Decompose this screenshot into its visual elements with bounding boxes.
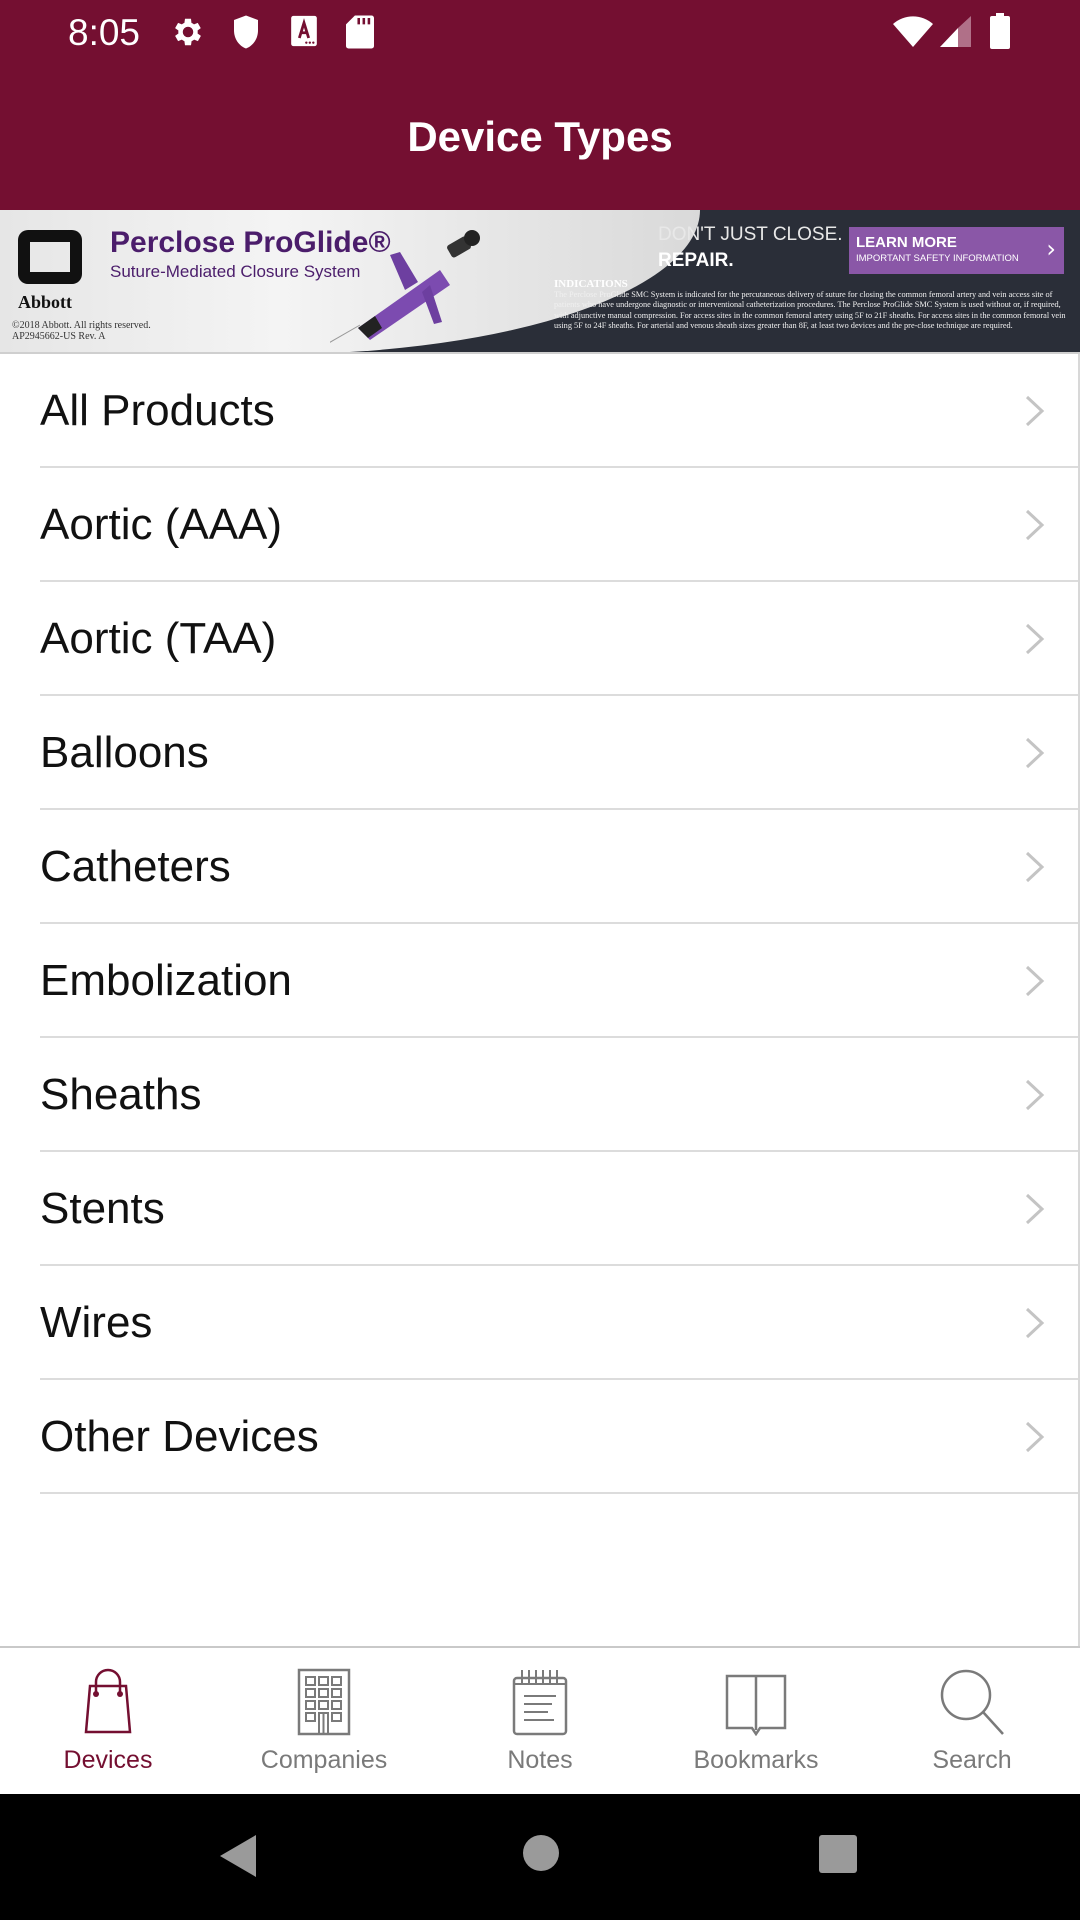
tab-devices[interactable]: Devices — [0, 1648, 216, 1794]
tab-label: Companies — [260, 1746, 388, 1774]
ad-tagline-1: DON'T JUST CLOSE. — [658, 224, 843, 245]
list-item-label: Balloons — [40, 728, 209, 777]
abbott-logo-icon — [18, 230, 82, 284]
list-item-label: Aortic (AAA) — [40, 500, 283, 549]
battery-icon — [990, 13, 1010, 54]
chevron-right-icon — [1025, 509, 1045, 541]
list-item-aortic-taa[interactable]: Aortic (TAA) — [0, 582, 1078, 696]
tab-label: Notes — [507, 1746, 573, 1774]
sd-card-icon — [346, 14, 374, 55]
learn-more-button[interactable]: LEARN MORE IMPORTANT SAFETY INFORMATION … — [849, 227, 1064, 274]
app-bar: Device Types — [0, 63, 1080, 210]
font-a-icon — [290, 14, 318, 53]
list-item-aortic-aaa[interactable]: Aortic (AAA) — [0, 468, 1078, 582]
home-circle-icon — [523, 1835, 559, 1871]
chevron-right-icon — [1025, 1193, 1045, 1225]
list-item-catheters[interactable]: Catheters — [0, 810, 1078, 924]
page-title: Device Types — [407, 113, 673, 160]
list-item-label: Catheters — [40, 842, 231, 891]
cell-signal-icon — [940, 16, 972, 53]
wifi-icon — [892, 16, 934, 53]
recents-button[interactable] — [818, 1834, 858, 1879]
chevron-right-icon — [1025, 851, 1045, 883]
tab-bookmarks[interactable]: Bookmarks — [648, 1648, 864, 1794]
chevron-right-icon — [1025, 737, 1045, 769]
list-item-label: Embolization — [40, 956, 292, 1005]
ad-copyright: ©2018 Abbott. All rights reserved. AP294… — [12, 320, 151, 342]
safety-info-label: IMPORTANT SAFETY INFORMATION — [856, 253, 1019, 264]
back-triangle-icon — [220, 1835, 256, 1877]
list-item-sheaths[interactable]: Sheaths — [0, 1038, 1078, 1152]
chevron-right-icon — [1025, 395, 1045, 427]
system-nav-bar — [0, 1794, 1080, 1920]
tab-companies[interactable]: Companies — [216, 1648, 432, 1794]
chevron-right-icon — [1025, 623, 1045, 655]
book-icon — [725, 1674, 787, 1736]
learn-more-label: LEARN MORE — [856, 234, 957, 251]
device-type-list: All Products Aortic (AAA) Aortic (TAA) B… — [0, 354, 1080, 1646]
tab-label: Bookmarks — [693, 1746, 819, 1774]
list-item-label: Other Devices — [40, 1412, 319, 1461]
ad-indications-title: INDICATIONS — [554, 278, 628, 290]
status-time: 8:05 — [68, 12, 141, 53]
building-icon — [297, 1668, 351, 1736]
list-item-all-products[interactable]: All Products — [0, 354, 1078, 468]
recents-square-icon — [819, 1835, 857, 1873]
shield-icon — [230, 14, 262, 55]
list-item-label: Sheaths — [40, 1070, 202, 1119]
ad-banner[interactable]: Abbott ©2018 Abbott. All rights reserved… — [0, 210, 1080, 354]
ad-tagline-2: REPAIR. — [658, 250, 734, 271]
ad-copyright-line1: ©2018 Abbott. All rights reserved. — [12, 320, 151, 331]
ad-subtitle: Suture-Mediated Closure System — [110, 262, 361, 281]
back-button[interactable] — [218, 1834, 258, 1883]
list-item-stents[interactable]: Stents — [0, 1152, 1078, 1266]
chevron-right-icon — [1025, 965, 1045, 997]
list-item-other-devices[interactable]: Other Devices — [0, 1380, 1078, 1494]
shopping-bag-icon — [84, 1668, 132, 1734]
list-item-label: All Products — [40, 386, 275, 435]
list-item-label: Aortic (TAA) — [40, 614, 277, 663]
chevron-right-icon — [1025, 1307, 1045, 1339]
search-icon — [940, 1669, 1004, 1735]
gear-icon — [170, 14, 206, 55]
notepad-icon — [512, 1670, 568, 1736]
list-item-label: Wires — [40, 1298, 153, 1347]
tab-label: Devices — [63, 1746, 153, 1774]
ad-company: Abbott — [18, 292, 73, 312]
chevron-right-icon — [1025, 1421, 1045, 1453]
status-bar: 8:05 — [0, 0, 1080, 63]
list-item-embolization[interactable]: Embolization — [0, 924, 1078, 1038]
list-item-wires[interactable]: Wires — [0, 1266, 1078, 1380]
list-item-balloons[interactable]: Balloons — [0, 696, 1078, 810]
home-button[interactable] — [522, 1834, 560, 1877]
tab-label: Search — [932, 1746, 1012, 1774]
chevron-right-icon: › — [1046, 235, 1056, 263]
tab-notes[interactable]: Notes — [432, 1648, 648, 1794]
ad-copyright-line2: AP2945662-US Rev. A — [12, 331, 106, 342]
device-image-icon — [330, 230, 480, 343]
chevron-right-icon — [1025, 1079, 1045, 1111]
bottom-nav: Devices Companies Notes Bookmarks Search — [0, 1646, 1080, 1794]
list-item-label: Stents — [40, 1184, 165, 1233]
tab-search[interactable]: Search — [864, 1648, 1080, 1794]
ad-indications-body: The Perclose ProGlide SMC System is indi… — [554, 290, 1066, 331]
